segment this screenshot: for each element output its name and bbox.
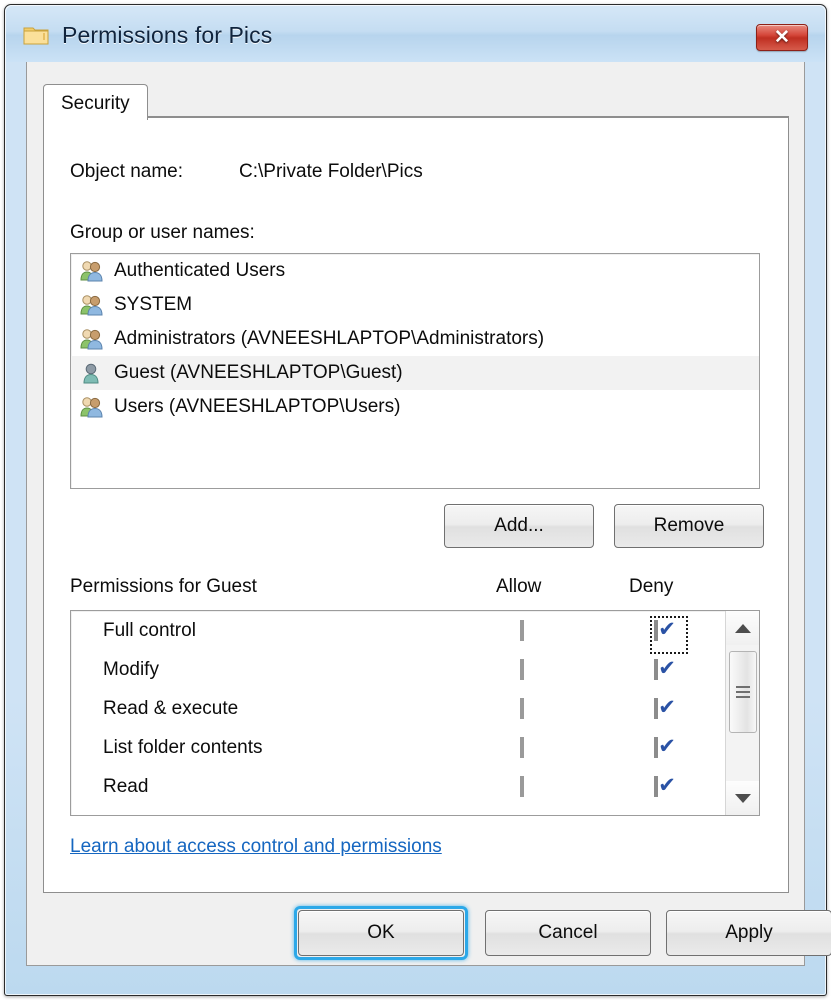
list-item[interactable]: Authenticated Users — [71, 254, 759, 288]
allow-column-header: Allow — [496, 576, 542, 597]
list-item-selected[interactable]: Guest (AVNEESHLAPTOP\Guest) — [71, 356, 759, 390]
cancel-button[interactable]: Cancel — [485, 910, 651, 956]
list-item[interactable]: SYSTEM — [71, 288, 759, 322]
deny-checkbox[interactable]: ✔ — [654, 774, 676, 797]
table-row[interactable]: Full control ✔ — [71, 611, 759, 654]
scroll-down-arrow-icon[interactable] — [726, 781, 759, 815]
window-title: Permissions for Pics — [62, 22, 273, 48]
close-icon: ✕ — [774, 27, 790, 48]
table-row[interactable]: Modify ✔ — [71, 650, 759, 689]
add-button[interactable]: Add... — [444, 504, 594, 548]
scroll-up-arrow-icon[interactable] — [726, 611, 759, 645]
group-user-listbox[interactable]: Authenticated Users SYSTEM Administrator… — [70, 253, 760, 489]
ok-button[interactable]: OK — [298, 910, 464, 956]
list-item-label: Administrators (AVNEESHLAPTOP\Administra… — [114, 328, 545, 349]
permission-label: Read — [103, 775, 149, 797]
remove-button[interactable]: Remove — [614, 504, 764, 548]
tab-security[interactable]: Security — [43, 84, 148, 120]
dialog-window: Permissions for Pics ✕ Security Object n… — [4, 4, 831, 996]
group-icon — [79, 395, 105, 419]
list-item-label: Users (AVNEESHLAPTOP\Users) — [114, 396, 401, 417]
allow-checkbox-cell[interactable] — [520, 619, 524, 641]
deny-checkbox-cell[interactable]: ✔ — [654, 657, 676, 680]
deny-checkbox-cell[interactable]: ✔ — [654, 696, 676, 719]
deny-column-header: Deny — [629, 576, 674, 597]
allow-checkbox[interactable] — [520, 697, 524, 719]
deny-checkbox[interactable]: ✔ — [654, 735, 676, 758]
checkmark-icon: ✔ — [658, 733, 676, 758]
permissions-scrollbar[interactable] — [725, 611, 759, 815]
folder-icon — [23, 24, 49, 46]
permission-label: Full control — [103, 619, 196, 641]
permissions-section-label: Permissions for Guest — [70, 576, 257, 597]
scrollbar-thumb[interactable] — [729, 651, 757, 733]
allow-checkbox-cell[interactable] — [520, 658, 524, 680]
table-row[interactable]: List folder contents ✔ — [71, 728, 759, 767]
dialog-body: Security Object name: C:\Private Folder\… — [26, 62, 831, 966]
list-item-label: Authenticated Users — [114, 260, 286, 281]
list-item[interactable]: Users (AVNEESHLAPTOP\Users) — [71, 390, 759, 424]
deny-checkbox-cell[interactable]: ✔ — [650, 615, 688, 654]
allow-checkbox[interactable] — [520, 658, 524, 680]
group-icon — [79, 293, 105, 317]
group-names-label: Group or user names: — [70, 222, 255, 243]
group-icon — [79, 259, 105, 283]
table-row[interactable]: Read & execute ✔ — [71, 689, 759, 728]
list-item-label: Guest (AVNEESHLAPTOP\Guest) — [114, 362, 403, 383]
deny-checkbox[interactable]: ✔ — [650, 615, 688, 654]
checkmark-icon: ✔ — [658, 616, 676, 641]
allow-checkbox[interactable] — [520, 619, 524, 641]
permission-label: Read & execute — [103, 697, 239, 719]
object-name-value: C:\Private Folder\Pics — [239, 161, 423, 182]
permission-label: List folder contents — [103, 736, 263, 758]
allow-checkbox-cell[interactable] — [520, 736, 524, 758]
permissions-listbox[interactable]: Full control ✔ Modify ✔ Read & execute ✔… — [70, 610, 760, 816]
scrollbar-grip-icon — [736, 683, 750, 701]
deny-checkbox-cell[interactable]: ✔ — [654, 774, 676, 797]
checkmark-icon: ✔ — [658, 694, 676, 719]
allow-checkbox[interactable] — [520, 775, 524, 797]
apply-button[interactable]: Apply — [666, 910, 831, 956]
security-tab-panel: Object name: C:\Private Folder\Pics Grou… — [43, 118, 789, 893]
allow-checkbox-cell[interactable] — [520, 697, 524, 719]
allow-checkbox[interactable] — [520, 736, 524, 758]
deny-checkbox[interactable]: ✔ — [654, 696, 676, 719]
object-name-label: Object name: — [70, 161, 183, 182]
table-row[interactable]: Read ✔ — [71, 767, 759, 806]
list-item[interactable]: Administrators (AVNEESHLAPTOP\Administra… — [71, 322, 759, 356]
list-item-label: SYSTEM — [114, 294, 193, 315]
permission-label: Modify — [103, 658, 159, 680]
user-icon — [79, 361, 105, 385]
tab-strip: Security — [43, 84, 789, 120]
learn-about-access-control-link[interactable]: Learn about access control and permissio… — [70, 836, 442, 858]
close-button[interactable]: ✕ — [756, 24, 808, 51]
deny-checkbox-cell[interactable]: ✔ — [654, 735, 676, 758]
group-icon — [79, 327, 105, 351]
allow-checkbox-cell[interactable] — [520, 775, 524, 797]
checkmark-icon: ✔ — [658, 772, 676, 797]
checkmark-icon: ✔ — [658, 655, 676, 680]
deny-checkbox[interactable]: ✔ — [654, 657, 676, 680]
title-bar: Permissions for Pics ✕ — [6, 6, 825, 62]
